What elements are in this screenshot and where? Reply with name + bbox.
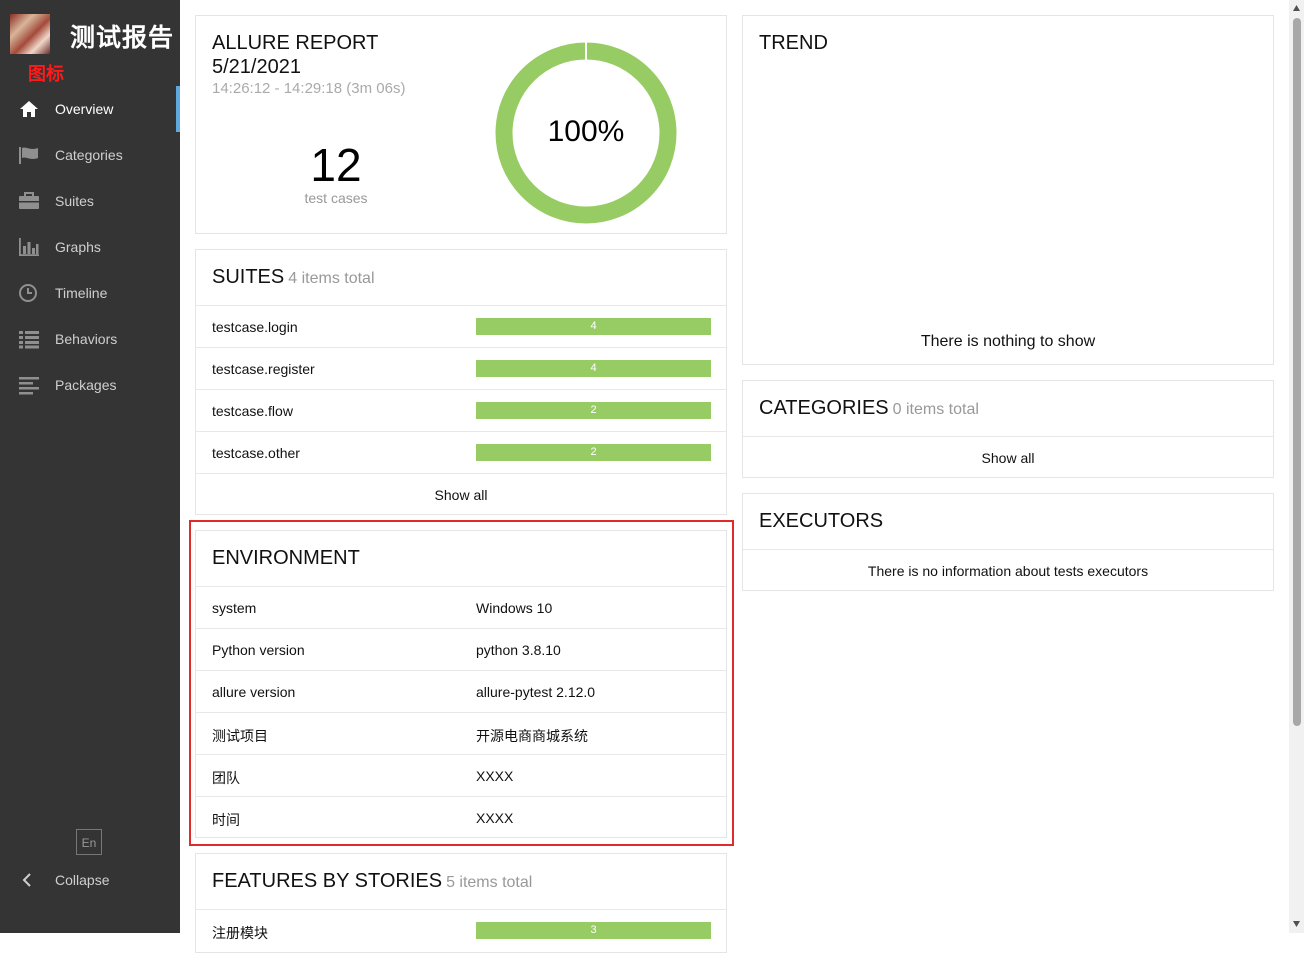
sidebar-item-label: Categories xyxy=(55,147,123,163)
scroll-up-icon[interactable] xyxy=(1292,4,1301,12)
collapse-label: Collapse xyxy=(55,872,110,888)
sidebar-item-graphs[interactable]: Graphs xyxy=(0,224,180,270)
sidebar-item-categories[interactable]: Categories xyxy=(0,132,180,178)
suites-show-all[interactable]: Show all xyxy=(196,473,726,516)
test-case-count: 12 xyxy=(310,139,362,191)
categories-widget: CATEGORIES 0 items total Show all xyxy=(742,380,1274,478)
bar-chart-icon xyxy=(18,237,40,257)
feature-row[interactable]: 注册模块 3 xyxy=(196,909,726,951)
categories-show-all[interactable]: Show all xyxy=(743,436,1273,479)
sidebar-nav: Overview Categories Suites Graphs Timeli… xyxy=(0,86,180,408)
suite-name: testcase.other xyxy=(212,445,300,461)
pass-rate-percent: 100% xyxy=(547,115,625,148)
brand-title: 测试报告 xyxy=(70,23,175,52)
sidebar-item-label: Timeline xyxy=(55,285,108,301)
logo-image[interactable] xyxy=(10,14,50,54)
trend-empty-message: There is nothing to show xyxy=(920,333,1096,350)
environment-highlight-box xyxy=(189,520,734,846)
suites-widget: SUITES 4 items total testcase.login 4 tes… xyxy=(195,249,727,515)
sidebar-item-label: Overview xyxy=(55,101,114,117)
suites-title-text: SUITES xyxy=(212,266,285,288)
suite-bar: 2 xyxy=(476,402,711,419)
sidebar-item-overview[interactable]: Overview xyxy=(0,86,180,132)
suite-row[interactable]: testcase.flow 2 xyxy=(196,389,726,431)
suite-row[interactable]: testcase.other 2 xyxy=(196,431,726,473)
categories-count: 0 items total xyxy=(892,401,979,418)
language-switch[interactable]: En xyxy=(76,829,102,855)
suite-name: testcase.flow xyxy=(212,403,293,419)
sidebar-item-label: Packages xyxy=(55,377,117,393)
executors-empty-message: There is no information about tests exec… xyxy=(743,549,1273,592)
trend-widget: TREND There is nothing to show xyxy=(742,15,1274,365)
report-time-range: 14:26:12 - 14:29:18 (3m 06s) xyxy=(212,80,406,97)
chevron-left-icon xyxy=(20,872,34,888)
sidebar-item-label: Suites xyxy=(55,193,94,209)
suite-name: testcase.register xyxy=(212,361,315,377)
trend-title: TREND xyxy=(759,32,828,54)
executors-widget: EXECUTORS There is no information about … xyxy=(742,493,1274,591)
sidebar-item-timeline[interactable]: Timeline xyxy=(0,270,180,316)
suite-bar: 2 xyxy=(476,444,711,461)
suites-count: 4 items total xyxy=(288,270,375,287)
features-widget: FEATURES BY STORIES 5 items total 注册模块 3 xyxy=(195,853,727,953)
scrollbar-thumb[interactable] xyxy=(1293,18,1301,726)
collapse-button[interactable]: Collapse xyxy=(0,866,180,894)
features-title-text: FEATURES BY STORIES xyxy=(212,870,443,892)
sidebar-item-suites[interactable]: Suites xyxy=(0,178,180,224)
page-scrollbar[interactable] xyxy=(1289,0,1304,933)
logo-caption: 图标 xyxy=(28,64,64,85)
suite-row[interactable]: testcase.register 4 xyxy=(196,347,726,389)
sidebar-item-label: Graphs xyxy=(55,239,101,255)
flag-icon xyxy=(18,145,40,165)
scroll-down-icon[interactable] xyxy=(1292,920,1301,928)
report-title: ALLURE REPORT xyxy=(212,32,379,54)
sidebar-item-label: Behaviors xyxy=(55,331,118,347)
executors-title: EXECUTORS xyxy=(759,510,884,532)
list-icon xyxy=(18,329,40,349)
home-icon xyxy=(18,99,40,119)
suite-row[interactable]: testcase.login 4 xyxy=(196,305,726,347)
sidebar-item-packages[interactable]: Packages xyxy=(0,362,180,408)
features-title: FEATURES BY STORIES 5 items total xyxy=(212,870,532,893)
sidebar: 测试报告 图标 Overview Categories Suites Graph… xyxy=(0,0,180,933)
align-left-icon xyxy=(18,375,40,395)
suite-bar: 4 xyxy=(476,318,711,335)
summary-widget: ALLURE REPORT 5/21/2021 14:26:12 - 14:29… xyxy=(195,15,727,234)
brand: 测试报告 图标 xyxy=(0,0,180,85)
feature-bar: 3 xyxy=(476,922,711,939)
suites-title: SUITES 4 items total xyxy=(212,266,375,289)
features-count: 5 items total xyxy=(446,874,533,891)
feature-name: 注册模块 xyxy=(212,925,268,941)
categories-title: CATEGORIES 0 items total xyxy=(759,397,979,420)
report-date: 5/21/2021 xyxy=(212,56,301,78)
sidebar-item-behaviors[interactable]: Behaviors xyxy=(0,316,180,362)
briefcase-icon xyxy=(18,191,40,211)
suite-name: testcase.login xyxy=(212,319,298,335)
suite-bar: 4 xyxy=(476,360,711,377)
categories-title-text: CATEGORIES xyxy=(759,397,889,419)
test-case-label: test cases xyxy=(304,190,368,206)
clock-icon xyxy=(18,283,40,303)
